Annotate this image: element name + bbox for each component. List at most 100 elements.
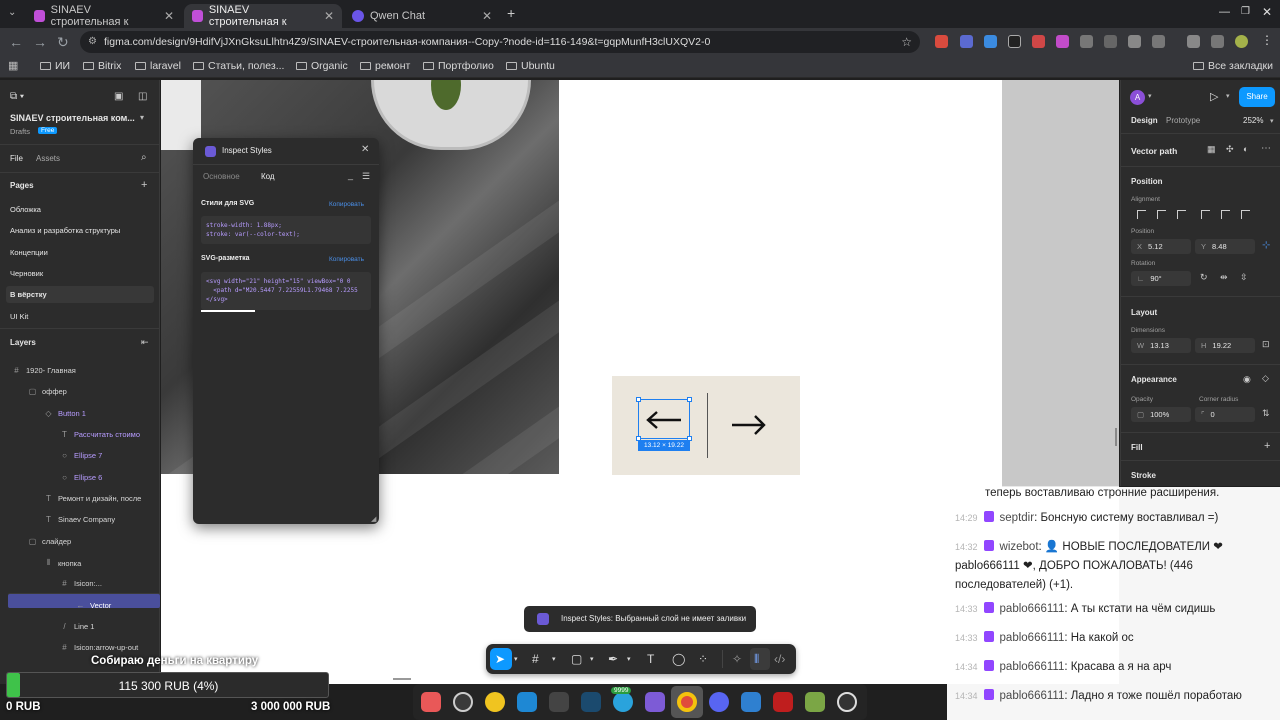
opacity-field[interactable]: ▢ 100% xyxy=(1131,407,1191,422)
bookmark-ii[interactable]: ИИ xyxy=(40,60,70,72)
layer-row[interactable]: ← Vector xyxy=(76,601,112,610)
width-field[interactable]: W 13.13 xyxy=(1131,338,1191,353)
layer-row[interactable]: ○ Ellipse 7 xyxy=(60,451,102,460)
extension-icon[interactable] xyxy=(984,35,997,48)
extension-icon[interactable] xyxy=(1008,35,1021,48)
extension-abp-icon[interactable] xyxy=(935,35,948,48)
layers-collapse-icon[interactable]: ⇤ xyxy=(141,337,149,348)
vscode-icon[interactable] xyxy=(741,692,761,712)
browser-menu-icon[interactable]: ⋮ xyxy=(1261,33,1273,47)
extension-icon[interactable] xyxy=(960,35,973,48)
inspect-styles-plugin[interactable]: Inspect Styles ✕ Основное Код _ ☰ Стили … xyxy=(193,138,379,524)
layer-row[interactable]: ▢ оффер xyxy=(28,387,67,396)
avatar-chevron-icon[interactable]: ▾ xyxy=(1148,92,1152,100)
apps-grid-icon[interactable]: ▦ xyxy=(8,59,18,72)
profile-avatar[interactable] xyxy=(1235,35,1248,48)
files-app-icon[interactable] xyxy=(421,692,441,712)
figma-main-menu-icon[interactable]: ⧉ ▾ xyxy=(10,91,24,102)
comment-tool-icon[interactable]: ◯ xyxy=(672,652,685,666)
close-window-icon[interactable]: ✕ xyxy=(1262,5,1272,19)
discord-icon[interactable] xyxy=(709,692,729,712)
zoom-chevron-icon[interactable]: ▾ xyxy=(1270,117,1274,125)
actions-tool-icon[interactable]: ⁘ xyxy=(698,652,708,666)
all-bookmarks[interactable]: Все закладки xyxy=(1193,60,1273,72)
layer-row[interactable]: ⦀ кнопка xyxy=(44,558,82,568)
more-icon[interactable]: ⋯ xyxy=(1261,143,1271,154)
tab-prototype[interactable]: Prototype xyxy=(1166,116,1200,125)
chrome-icon[interactable] xyxy=(677,692,697,712)
terminal-icon[interactable] xyxy=(549,692,569,712)
tab-code[interactable]: Код xyxy=(261,172,275,181)
resize-handle-icon[interactable]: ◢ xyxy=(371,515,376,523)
pen-tool-chevron-icon[interactable]: ▾ xyxy=(627,655,631,663)
tab-1[interactable]: SINAEV строительная к ✕ xyxy=(26,4,182,28)
align-right-icon[interactable] xyxy=(1177,210,1186,219)
bookmark-organic[interactable]: Organic xyxy=(296,60,348,72)
audio-app-icon[interactable] xyxy=(485,692,505,712)
obsidian-icon[interactable] xyxy=(645,692,665,712)
canvas-scrollbar[interactable] xyxy=(393,678,411,680)
frame-tool-icon[interactable]: # xyxy=(532,652,539,666)
move-tool-icon[interactable]: ➤ xyxy=(495,652,505,666)
extension-icon[interactable] xyxy=(1032,35,1045,48)
flip-horizontal-icon[interactable]: ⇹ xyxy=(1220,272,1228,283)
code-scrollbar[interactable] xyxy=(201,310,255,312)
download-icon[interactable] xyxy=(1187,35,1200,48)
move-tool-chevron-icon[interactable]: ▾ xyxy=(514,655,518,663)
reading-list-icon[interactable] xyxy=(1211,35,1224,48)
panel-resize-handle[interactable] xyxy=(1115,428,1117,446)
minimize-icon[interactable]: _ xyxy=(348,170,353,180)
steam-icon[interactable] xyxy=(581,692,601,712)
tab-2-close-icon[interactable]: ✕ xyxy=(324,9,334,23)
file-title[interactable]: SINAEV строительная ком... xyxy=(10,113,135,123)
add-fill-plus-icon[interactable]: + xyxy=(1264,440,1270,452)
user-avatar[interactable]: A xyxy=(1130,90,1145,105)
constraints-icon[interactable]: ⊹ xyxy=(1262,240,1270,251)
tab-2[interactable]: SINAEV строительная к ✕ xyxy=(184,4,342,28)
bookmark-star-icon[interactable]: ☆ xyxy=(901,31,912,53)
bookmark-portfolio[interactable]: Портфолио xyxy=(423,60,494,72)
bookmark-bitrix[interactable]: Bitrix xyxy=(83,60,121,72)
layer-row[interactable]: / Line 1 xyxy=(60,622,94,631)
sidebar-toggle-icon[interactable]: ◫ xyxy=(138,91,147,102)
layer-row[interactable]: ◇ Button 1 xyxy=(44,409,86,418)
back-icon[interactable]: ← xyxy=(9,34,23,50)
shape-tool-chevron-icon[interactable]: ▾ xyxy=(590,655,594,663)
plugin-close-icon[interactable]: ✕ xyxy=(361,144,369,155)
page-item[interactable]: Черновик xyxy=(10,269,43,278)
rotate-icon[interactable]: ↻ xyxy=(1200,272,1208,283)
system-monitor-icon[interactable] xyxy=(453,692,473,712)
mask-icon[interactable]: ◐ xyxy=(1243,144,1248,154)
tab-1-close-icon[interactable]: ✕ xyxy=(164,9,174,23)
align-top-icon[interactable] xyxy=(1201,210,1210,219)
extension-shield-icon[interactable] xyxy=(1080,35,1093,48)
frame-tool-chevron-icon[interactable]: ▾ xyxy=(552,655,556,663)
blend-mode-icon[interactable]: ◇ xyxy=(1262,373,1269,384)
reload-icon[interactable]: ↻ xyxy=(57,34,69,51)
add-page-plus-icon[interactable]: + xyxy=(141,179,147,191)
present-play-icon[interactable]: ▷ xyxy=(1210,90,1218,103)
page-item[interactable]: UI Kit xyxy=(10,312,28,321)
page-item[interactable]: Концепции xyxy=(10,248,48,257)
maximize-icon[interactable]: ❐ xyxy=(1241,6,1250,17)
tab-search-icon[interactable]: ⌄ xyxy=(8,7,16,18)
extension-icon[interactable] xyxy=(1056,35,1069,48)
visibility-eye-icon[interactable]: ◉ xyxy=(1243,374,1251,385)
drafts-label[interactable]: Drafts xyxy=(10,127,30,136)
tab-3-close-icon[interactable]: ✕ xyxy=(482,9,492,23)
slider-buttons[interactable]: 13.12 × 19.22 xyxy=(612,376,800,475)
copy-markup-button[interactable]: Копировать xyxy=(329,256,364,263)
file-chevron-icon[interactable]: ▾ xyxy=(140,113,144,122)
y-field[interactable]: Y 8.48 xyxy=(1195,239,1255,254)
layer-row[interactable]: ○ Ellipse 6 xyxy=(60,473,102,482)
align-center-v-icon[interactable] xyxy=(1221,210,1230,219)
new-tab-plus-icon[interactable]: + xyxy=(507,5,515,21)
search-icon[interactable]: ⌕ xyxy=(141,152,147,163)
launcher-icon[interactable] xyxy=(837,692,857,712)
layer-row[interactable]: ▢ слайдер xyxy=(28,537,72,546)
layer-row[interactable]: # Isicon:... xyxy=(60,579,102,588)
resize-mode-icon[interactable]: ⊡ xyxy=(1262,339,1270,350)
site-info-icon[interactable]: ⚙ xyxy=(88,31,97,53)
store-icon[interactable] xyxy=(517,692,537,712)
selected-vector-bounds[interactable] xyxy=(636,397,692,441)
